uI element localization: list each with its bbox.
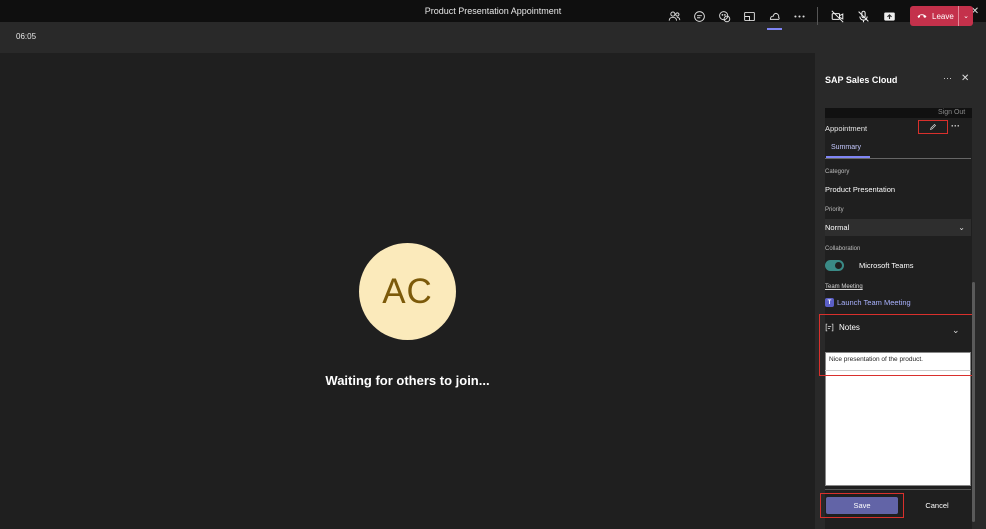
meeting-toolbar: 06:05 (0, 22, 986, 53)
window-title: Product Presentation Appointment (424, 6, 562, 16)
priority-select[interactable]: Normal ⌄ (825, 219, 971, 236)
record-type-label: Appointment (825, 124, 868, 133)
reactions-button[interactable] (712, 6, 737, 26)
meeting-timer: 06:05 (16, 32, 37, 41)
cancel-button[interactable]: Cancel (912, 497, 962, 514)
panel-more-button[interactable]: ··· (943, 73, 952, 83)
apps-icon (769, 12, 780, 20)
share-icon (883, 11, 895, 21)
leave-options-button[interactable]: ⌄ (958, 6, 973, 26)
notes-highlight-box (819, 314, 975, 376)
edit-button[interactable] (918, 120, 948, 134)
meeting-stage: AC Waiting for others to join... (0, 53, 815, 529)
category-label: Category (825, 169, 850, 175)
leave-label: Leave (932, 11, 954, 21)
reactions-icon (719, 10, 731, 22)
share-tray-icon (744, 11, 755, 21)
footer-divider (825, 489, 971, 490)
team-meeting-label: Team Meeting (825, 284, 863, 290)
category-value: Product Presentation (825, 185, 896, 194)
camera-button[interactable] (824, 6, 850, 26)
people-button[interactable] (662, 6, 687, 26)
share-button[interactable] (876, 6, 902, 26)
camera-off-icon (830, 9, 844, 23)
leave-button[interactable]: Leave ⌄ (910, 6, 973, 26)
chat-button[interactable] (687, 6, 712, 26)
close-icon: ✕ (961, 73, 970, 84)
panel-close-button[interactable]: ✕ (961, 73, 969, 84)
panel-scrollbar[interactable] (972, 282, 975, 522)
meeting-controls (662, 6, 812, 30)
priority-value: Normal (825, 223, 850, 232)
tab-divider (825, 158, 971, 159)
leave-main[interactable]: Leave (910, 12, 958, 21)
mic-button[interactable] (850, 6, 876, 26)
save-highlight-box (820, 493, 904, 518)
apps-button[interactable] (762, 6, 787, 30)
mic-off-icon (857, 10, 869, 22)
av-controls (824, 6, 902, 26)
collaboration-toggle[interactable] (825, 260, 844, 271)
pencil-icon (929, 124, 936, 131)
panel-title: SAP Sales Cloud (825, 75, 898, 85)
more-actions-button[interactable] (787, 6, 812, 26)
launch-team-meeting-link[interactable]: T Launch Team Meeting (825, 298, 911, 307)
people-icon (668, 11, 681, 21)
priority-label: Priority (825, 207, 844, 213)
tab-summary[interactable]: Summary (831, 144, 861, 151)
teams-icon: T (825, 298, 834, 307)
tab-active-indicator (826, 156, 870, 158)
toolbar-divider (817, 7, 818, 25)
avatar: AC (359, 243, 456, 340)
waiting-message: Waiting for others to join... (325, 373, 490, 388)
sign-out-link[interactable]: Sign Out (938, 109, 965, 116)
launch-team-meeting-label: Launch Team Meeting (837, 298, 911, 307)
chevron-down-icon: ⌄ (958, 223, 965, 232)
more-icon (794, 14, 805, 18)
share-tray-button[interactable] (737, 6, 762, 26)
chat-icon (694, 10, 705, 22)
chevron-down-icon: ⌄ (963, 13, 969, 20)
collaboration-value: Microsoft Teams (859, 261, 914, 270)
record-more-button[interactable]: ··· (951, 121, 960, 131)
collaboration-label: Collaboration (825, 246, 861, 252)
phone-hangup-icon (917, 14, 927, 18)
